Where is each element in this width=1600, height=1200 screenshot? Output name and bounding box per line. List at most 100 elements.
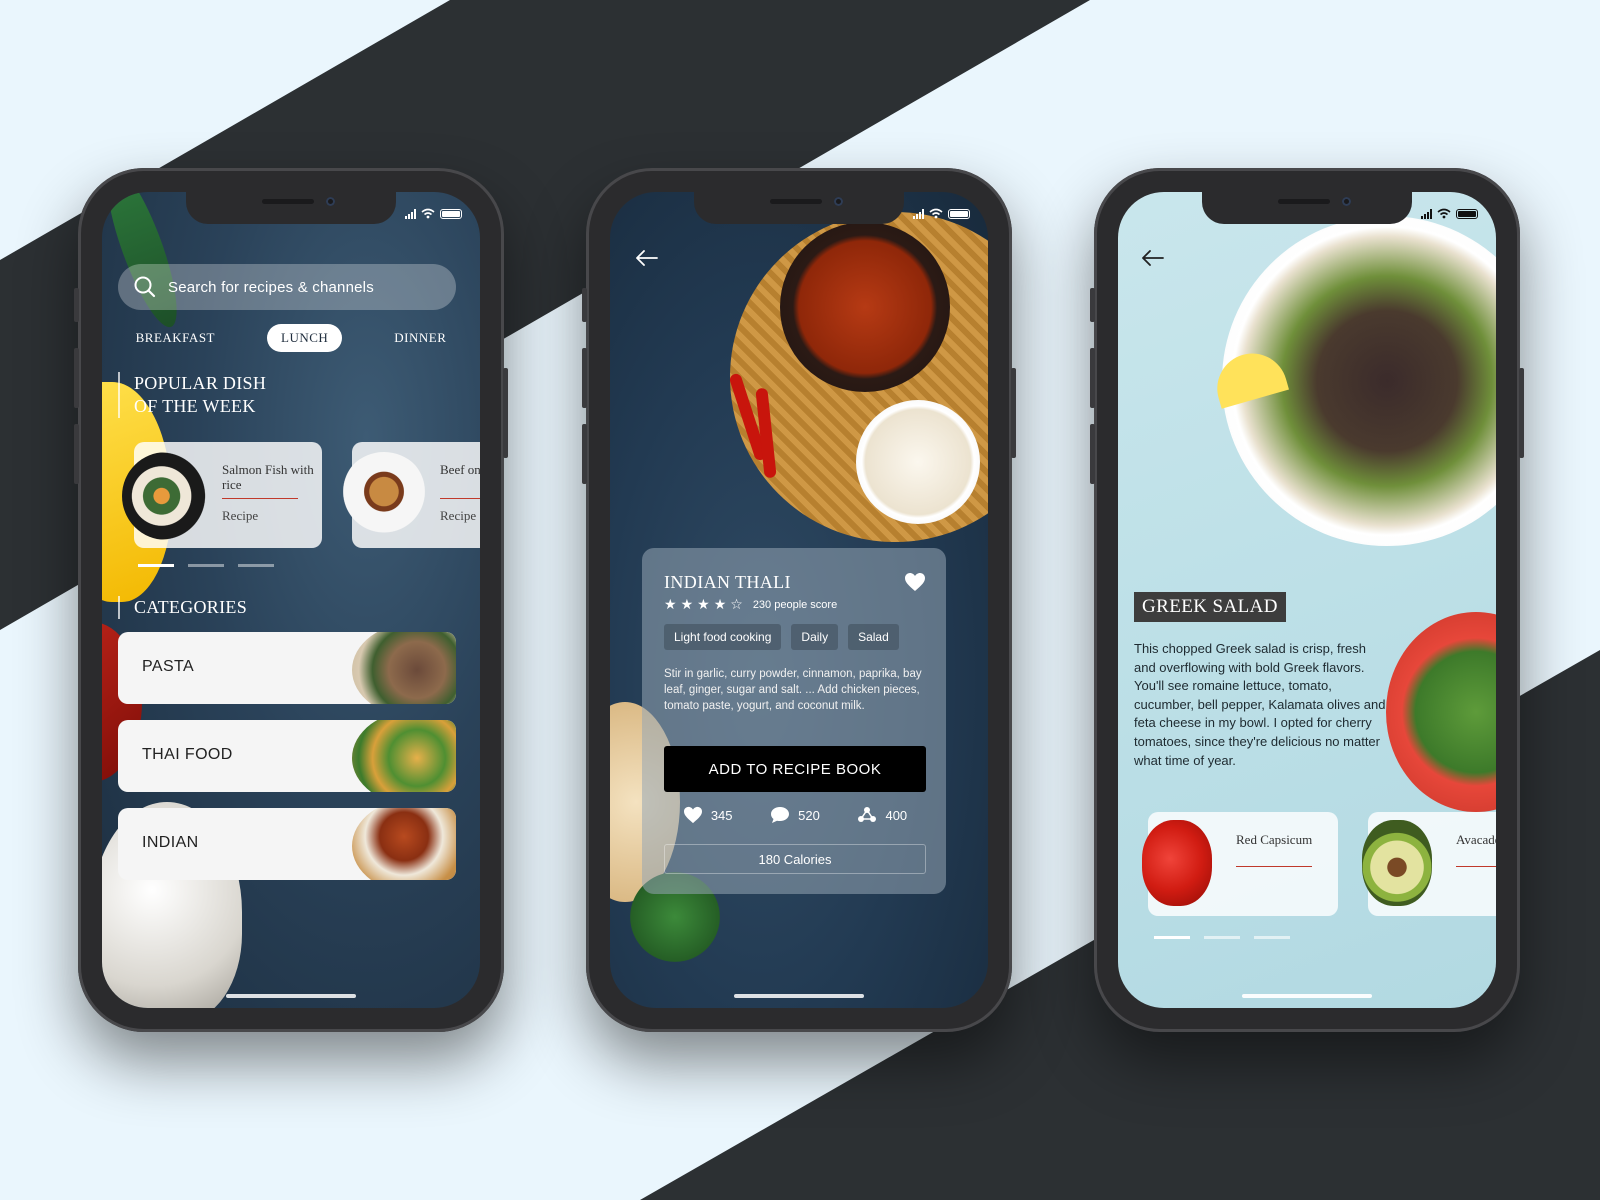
salad-description: This chopped Greek salad is crisp, fresh… [1134,641,1386,768]
ingredient-divider [1236,866,1312,867]
ingredient-divider [1456,866,1496,867]
pager-dot[interactable] [1204,936,1240,939]
ingredients-pager [1154,936,1290,939]
likes-count: 345 [710,807,733,823]
popular-section-title: POPULAR DISH OF THE WEEK [118,372,266,418]
popular-title-line2: OF THE WEEK [134,396,256,416]
star-empty-icon: ☆ [730,596,743,612]
recipe-description: Stir in garlic, curry powder, cinnamon, … [664,668,922,712]
home-indicator[interactable] [1242,994,1372,998]
star-filled-icon: ★ [664,596,677,612]
add-to-recipe-book-button[interactable]: ADD TO RECIPE BOOK [664,746,926,792]
tab-breakfast[interactable]: BREAKFAST [122,324,229,352]
salad-title: GREEK SALAD [1134,592,1286,622]
tab-lunch[interactable]: LUNCH [267,324,343,352]
meal-tabs: BREAKFAST LUNCH DINNER [102,324,480,352]
back-arrow-icon[interactable] [636,250,658,266]
dish-recipe-label[interactable]: Recipe [222,508,258,524]
category-thai-food[interactable]: THAI FOOD [118,720,456,792]
tab-dinner[interactable]: DINNER [380,324,460,352]
back-arrow-icon[interactable] [1142,250,1164,266]
popular-pager [138,564,274,567]
battery-icon [1456,208,1478,219]
pager-dot[interactable] [1254,936,1290,939]
battery-icon [440,208,462,219]
pager-dot[interactable] [138,564,174,567]
calories-label: 180 Calories [664,844,926,874]
indian-food-image [352,808,456,880]
thai-food-image [352,720,456,792]
phone-salad-detail: GREEK SALAD This chopped Greek salad is … [1090,168,1524,1032]
recipe-info-panel: INDIAN THALI ★ ★ ★ ★ ☆ 230 people score … [642,548,946,894]
heart-icon [683,806,702,824]
ingredient-name: Avacado onion [1456,832,1496,847]
burger-dish-image [340,452,428,540]
wifi-icon [929,208,943,219]
ingredient-card-avacado[interactable]: Avacado onion [1362,812,1496,916]
signal-icon [405,208,416,219]
favorite-heart-icon[interactable] [904,572,926,592]
rice-bowl-image [856,400,980,524]
dish-recipe-label[interactable]: Recipe [440,508,476,524]
pasta-image [352,632,456,704]
categories-title: CATEGORIES [134,597,248,617]
notch [1202,192,1412,224]
salad-detail-screen: GREEK SALAD This chopped Greek salad is … [1118,192,1496,1008]
signal-icon [1421,208,1432,219]
category-indian[interactable]: INDIAN [118,808,456,880]
salmon-dish-image [122,452,210,540]
home-indicator[interactable] [226,994,356,998]
share-icon [858,807,877,822]
pager-dot[interactable] [188,564,224,567]
comment-bubble-icon [771,807,790,823]
dish-divider [440,498,480,499]
dish-name: Beef onion [440,462,480,477]
shares-count: 400 [885,807,908,823]
popular-title-line1: POPULAR DISH [134,373,267,393]
phone-home: Search for recipes & channels BREAKFAST … [74,168,508,1032]
dish-card-beef[interactable]: Beef onion Recipe [340,442,480,548]
notch [694,192,904,224]
rating-score-text: 230 people score [752,598,838,611]
wifi-icon [421,208,435,219]
category-pasta[interactable]: PASTA [118,632,456,704]
ingredient-card-red-capsicum[interactable]: Red Capsicum [1142,812,1338,916]
dish-name: Salmon Fish with rice [222,462,314,492]
dish-divider [222,498,298,499]
star-filled-icon: ★ [697,596,710,612]
recipe-detail-screen: INDIAN THALI ★ ★ ★ ★ ☆ 230 people score … [610,192,988,1008]
category-label: INDIAN [142,834,199,851]
battery-icon [948,208,970,219]
avocado-image [1362,820,1432,906]
notch [186,192,396,224]
likes-metric[interactable]: 345 [683,806,733,824]
signal-icon [913,208,924,219]
comments-metric[interactable]: 520 [770,806,820,824]
home-indicator[interactable] [734,994,864,998]
search-icon [134,276,156,298]
search-bar[interactable]: Search for recipes & channels [118,264,456,310]
categories-section-title: CATEGORIES [118,596,247,619]
tag-chip[interactable]: Light food cooking [664,624,782,650]
recipe-metrics: 345 520 400 [664,806,926,824]
search-input[interactable]: Search for recipes & channels [168,279,374,296]
pager-dot[interactable] [1154,936,1190,939]
recipe-tags: Light food cooking Daily Salad [664,624,899,650]
star-filled-icon: ★ [680,596,694,612]
category-label: PASTA [142,658,195,675]
shares-metric[interactable]: 400 [857,806,907,824]
pager-dot[interactable] [238,564,274,567]
dish-card-salmon[interactable]: Salmon Fish with rice Recipe [122,442,322,548]
red-capsicum-image [1142,820,1212,906]
recipe-title: INDIAN THALI [664,572,791,592]
rating: ★ ★ ★ ★ ☆ 230 people score [664,596,837,613]
status-bar [1421,208,1478,219]
star-filled-icon: ★ [713,596,727,612]
ingredient-name: Red Capsicum [1236,832,1313,847]
home-screen: Search for recipes & channels BREAKFAST … [102,192,480,1008]
leaf-decoration [102,192,190,334]
wifi-icon [1437,208,1451,219]
comments-count: 520 [798,807,820,823]
tag-chip[interactable]: Daily [791,624,839,650]
tag-chip[interactable]: Salad [848,624,899,650]
